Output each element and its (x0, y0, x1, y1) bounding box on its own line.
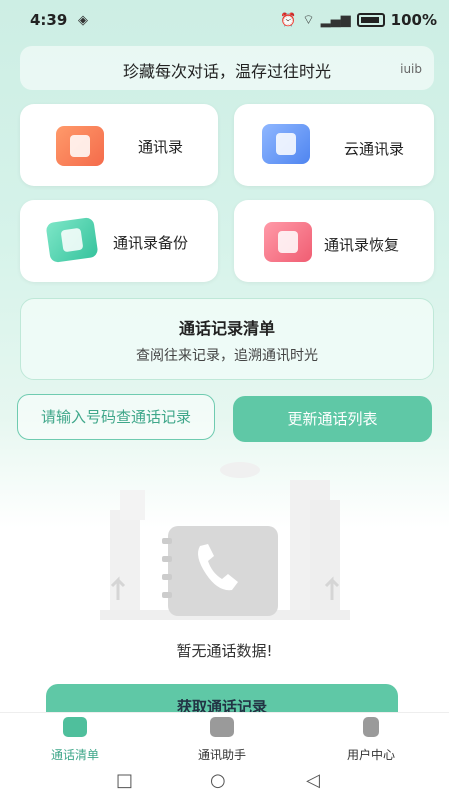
slogan-bar: 珍藏每次对话，温存过往时光 iuib (20, 46, 434, 90)
backup-label: 通讯录备份 (113, 234, 189, 252)
status-bar: 4:39 ◈ ⏰ ⌔ ▂▄▆ 100% (0, 0, 449, 42)
cloud-contacts-icon (262, 124, 310, 164)
battery-level: 100% (390, 11, 437, 29)
tab-user-center[interactable]: 用户中心 (296, 713, 446, 763)
restore-label: 通讯录恢复 (324, 236, 400, 254)
update-call-list-button[interactable]: 更新通话列表 (233, 396, 432, 442)
wrench-icon (363, 717, 379, 737)
call-log-banner[interactable]: 通话记录清单 查阅往来记录，追溯通讯时光 (20, 298, 434, 380)
recent-apps-icon[interactable]: □ (116, 770, 133, 791)
contacts-label: 通讯录 (138, 138, 184, 156)
restore-card[interactable]: 通讯录恢复 (234, 200, 434, 282)
restore-icon (264, 222, 312, 262)
slogan-text: 珍藏每次对话，温存过往时光 (122, 62, 331, 81)
battery-icon (356, 13, 385, 27)
cloud-contacts-card[interactable]: 云通讯录 (234, 104, 434, 186)
call-list-icon (63, 717, 87, 737)
cloud-contacts-label: 云通讯录 (344, 140, 405, 158)
chat-icon (210, 717, 234, 737)
search-by-number-button[interactable]: 请输入号码查通话记录 (17, 394, 215, 440)
backup-icon (45, 216, 99, 264)
bottom-tabbar: 通话清单 通讯助手 用户中心 (0, 712, 449, 762)
contacts-icon (56, 126, 104, 166)
back-icon[interactable]: ◁ (306, 770, 320, 791)
status-right: ⏰ ⌔ ▂▄▆ 100% (280, 11, 437, 29)
status-time: 4:39 (30, 11, 68, 29)
notification-icon: ◈ (78, 13, 88, 28)
signal-icon: ▂▄▆ (320, 12, 351, 28)
alarm-icon: ⏰ (280, 12, 297, 28)
tab-assistant[interactable]: 通讯助手 (147, 713, 297, 763)
tab-assistant-label: 通讯助手 (197, 748, 246, 762)
empty-state-text: 暂无通话数据! (176, 642, 273, 660)
tab-call-list-label: 通话清单 (50, 748, 99, 762)
wifi-icon: ⌔ (302, 13, 315, 28)
tab-user-center-label: 用户中心 (346, 748, 395, 762)
contacts-card[interactable]: 通讯录 (20, 104, 218, 186)
banner-subtitle: 查阅往来记录，追溯通讯时光 (136, 348, 318, 364)
tab-call-list[interactable]: 通话清单 (0, 713, 150, 763)
backup-card[interactable]: 通讯录备份 (20, 200, 218, 282)
banner-title: 通话记录清单 (178, 319, 275, 338)
home-icon[interactable]: ○ (210, 770, 226, 791)
empty-state-illustration (100, 462, 350, 620)
system-navbar: □ ○ ◁ (0, 762, 449, 800)
slogan-tag: iuib (400, 62, 422, 76)
